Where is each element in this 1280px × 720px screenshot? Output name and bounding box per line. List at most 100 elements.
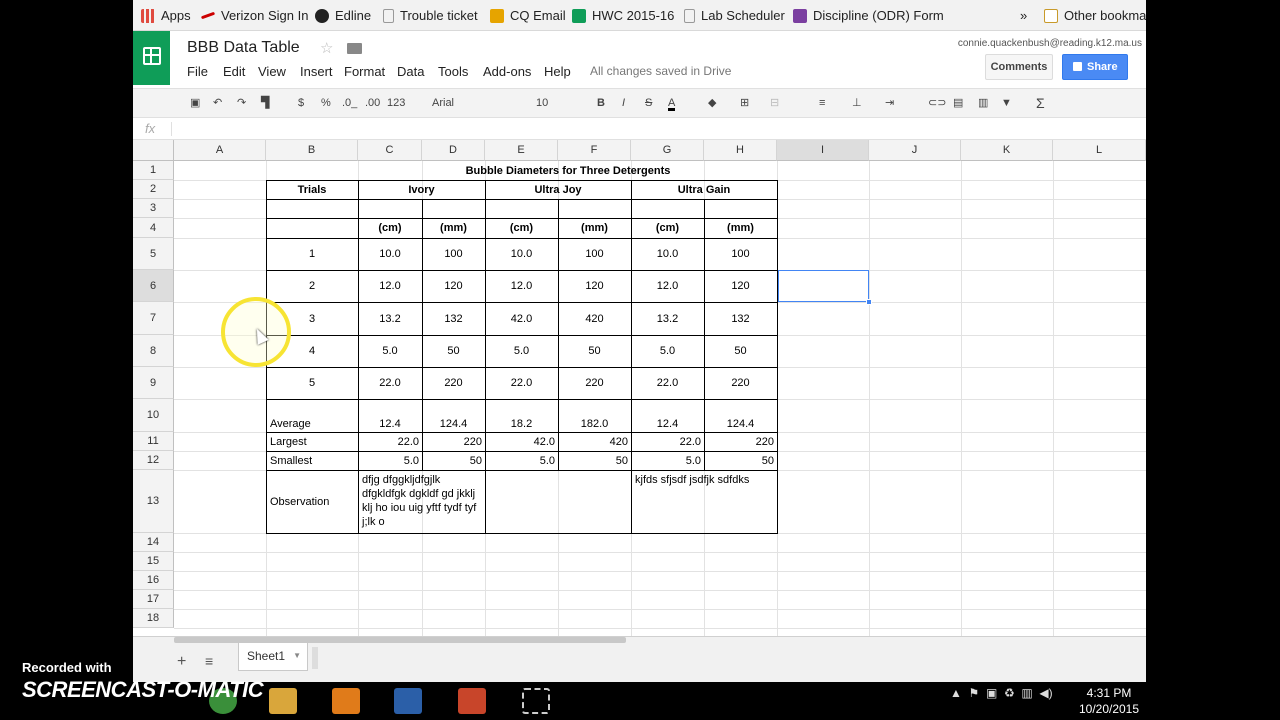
menu-insert[interactable]: Insert [300, 64, 333, 79]
functions-button[interactable]: Σ [1036, 95, 1045, 111]
average-cell[interactable]: 182.0 [558, 399, 631, 432]
smallest-cell[interactable]: 5.0 [631, 451, 704, 470]
trial-number[interactable]: 1 [266, 238, 358, 270]
currency-button[interactable]: $ [298, 95, 304, 111]
text-color-button[interactable]: A [668, 95, 676, 111]
average-cell[interactable]: 124.4 [422, 399, 485, 432]
data-cell[interactable]: 13.2 [631, 302, 704, 335]
menu-file[interactable]: File [187, 64, 208, 79]
row-header-5[interactable]: 5 [133, 238, 174, 270]
data-cell[interactable]: 220 [704, 367, 777, 399]
data-cell[interactable]: 5.0 [485, 335, 558, 367]
row-header-16[interactable]: 16 [133, 571, 174, 590]
data-cell[interactable]: 50 [558, 335, 631, 367]
bookmark-hwc[interactable]: HWC 2015-16 [572, 7, 674, 24]
column-header-g[interactable]: G [631, 140, 704, 161]
row-header-14[interactable]: 14 [133, 533, 174, 552]
column-header-e[interactable]: E [485, 140, 558, 161]
column-header-d[interactable]: D [422, 140, 485, 161]
italic-button[interactable]: I [622, 95, 625, 111]
select-all-corner[interactable] [133, 140, 174, 161]
row-header-1[interactable]: 1 [133, 161, 174, 180]
font-dropdown[interactable]: Arial [432, 95, 454, 111]
filter-icon[interactable]: ▼ [1001, 95, 1012, 111]
smallest-cell[interactable]: 5.0 [485, 451, 558, 470]
menu-view[interactable]: View [258, 64, 286, 79]
vertical-align-icon[interactable]: ⊥ [852, 95, 862, 111]
chart-icon[interactable]: ▥ [978, 95, 988, 111]
system-tray[interactable]: ▲ ⚑ ▣ ♻ ▥ ◀) [950, 686, 1053, 700]
spreadsheet-grid[interactable]: A B C D E F G H I J K L 1 2 3 4 5 6 7 8 … [133, 140, 1146, 636]
largest-label[interactable]: Largest [266, 432, 358, 451]
menu-data[interactable]: Data [397, 64, 424, 79]
table-title[interactable]: Bubble Diameters for Three Detergents [358, 161, 778, 180]
data-cell[interactable]: 5.0 [631, 335, 704, 367]
menu-edit[interactable]: Edit [223, 64, 245, 79]
taskbar-snipping-icon[interactable] [510, 682, 562, 720]
unit-cell[interactable]: (cm) [631, 218, 704, 238]
share-button[interactable]: Share [1062, 54, 1128, 80]
data-cell[interactable]: 220 [422, 367, 485, 399]
data-cell[interactable]: 13.2 [358, 302, 422, 335]
percent-button[interactable]: % [321, 95, 331, 111]
bookmark-cq-email[interactable]: CQ Email [490, 7, 566, 24]
redo-icon[interactable]: ↷ [237, 95, 246, 111]
observation-label[interactable]: Observation [266, 470, 358, 533]
row-header-9[interactable]: 9 [133, 367, 174, 399]
data-cell[interactable]: 120 [422, 270, 485, 302]
strikethrough-button[interactable]: S [645, 95, 652, 111]
merge-cells-icon[interactable]: ⊟ [770, 95, 779, 111]
row-header-8[interactable]: 8 [133, 335, 174, 367]
largest-cell[interactable]: 22.0 [358, 432, 422, 451]
data-cell[interactable]: 120 [558, 270, 631, 302]
menu-tools[interactable]: Tools [438, 64, 468, 79]
trial-number[interactable]: 5 [266, 367, 358, 399]
data-cell[interactable]: 42.0 [485, 302, 558, 335]
average-cell[interactable]: 124.4 [704, 399, 777, 432]
data-cell[interactable]: 220 [558, 367, 631, 399]
row-header-18[interactable]: 18 [133, 609, 174, 628]
unit-cell[interactable]: (mm) [422, 218, 485, 238]
undo-icon[interactable]: ↶ [213, 95, 222, 111]
data-cell[interactable]: 10.0 [358, 238, 422, 270]
smallest-cell[interactable]: 50 [558, 451, 631, 470]
increase-decimal-button[interactable]: .00 [365, 95, 380, 111]
tab-scroll-handle[interactable] [312, 647, 318, 669]
row-header-4[interactable]: 4 [133, 218, 174, 238]
trial-number[interactable]: 2 [266, 270, 358, 302]
largest-cell[interactable]: 22.0 [631, 432, 704, 451]
bookmark-trouble-ticket[interactable]: Trouble ticket [383, 7, 478, 24]
sheets-home-logo[interactable] [133, 31, 170, 85]
average-cell[interactable]: 18.2 [485, 399, 558, 432]
data-cell[interactable]: 10.0 [485, 238, 558, 270]
smallest-cell[interactable]: 5.0 [358, 451, 422, 470]
row-header-12[interactable]: 12 [133, 451, 174, 470]
row-header-3[interactable]: 3 [133, 199, 174, 218]
observation-ultra-joy[interactable] [485, 470, 631, 533]
bookmark-lab-scheduler[interactable]: Lab Scheduler [684, 7, 785, 24]
selected-cell-i6[interactable] [778, 270, 869, 302]
borders-icon[interactable]: ⊞ [740, 95, 749, 111]
column-header-a[interactable]: A [174, 140, 266, 161]
row-header-7[interactable]: 7 [133, 302, 174, 335]
data-cell[interactable]: 50 [704, 335, 777, 367]
row-header-17[interactable]: 17 [133, 590, 174, 609]
unit-cell[interactable]: (cm) [485, 218, 558, 238]
unit-cell[interactable]: (cm) [358, 218, 422, 238]
data-cell[interactable]: 132 [422, 302, 485, 335]
doc-title[interactable]: BBB Data Table [187, 39, 300, 57]
taskbar-explorer-icon[interactable] [257, 682, 309, 720]
bookmark-edline[interactable]: Edline [315, 7, 371, 24]
formula-input[interactable] [171, 122, 173, 136]
link-icon[interactable]: ⊂⊃ [928, 95, 946, 111]
taskbar-media-icon[interactable] [320, 682, 372, 720]
data-cell[interactable]: 132 [704, 302, 777, 335]
taskbar-word-icon[interactable] [382, 682, 434, 720]
data-cell[interactable]: 5.0 [358, 335, 422, 367]
smallest-cell[interactable]: 50 [422, 451, 485, 470]
data-cell[interactable]: 12.0 [485, 270, 558, 302]
taskbar-clock[interactable]: 4:31 PM 10/20/2015 [1078, 685, 1140, 717]
comment-icon[interactable]: ▤ [953, 95, 963, 111]
chevron-down-icon[interactable]: ▼ [293, 643, 301, 669]
largest-cell[interactable]: 220 [422, 432, 485, 451]
